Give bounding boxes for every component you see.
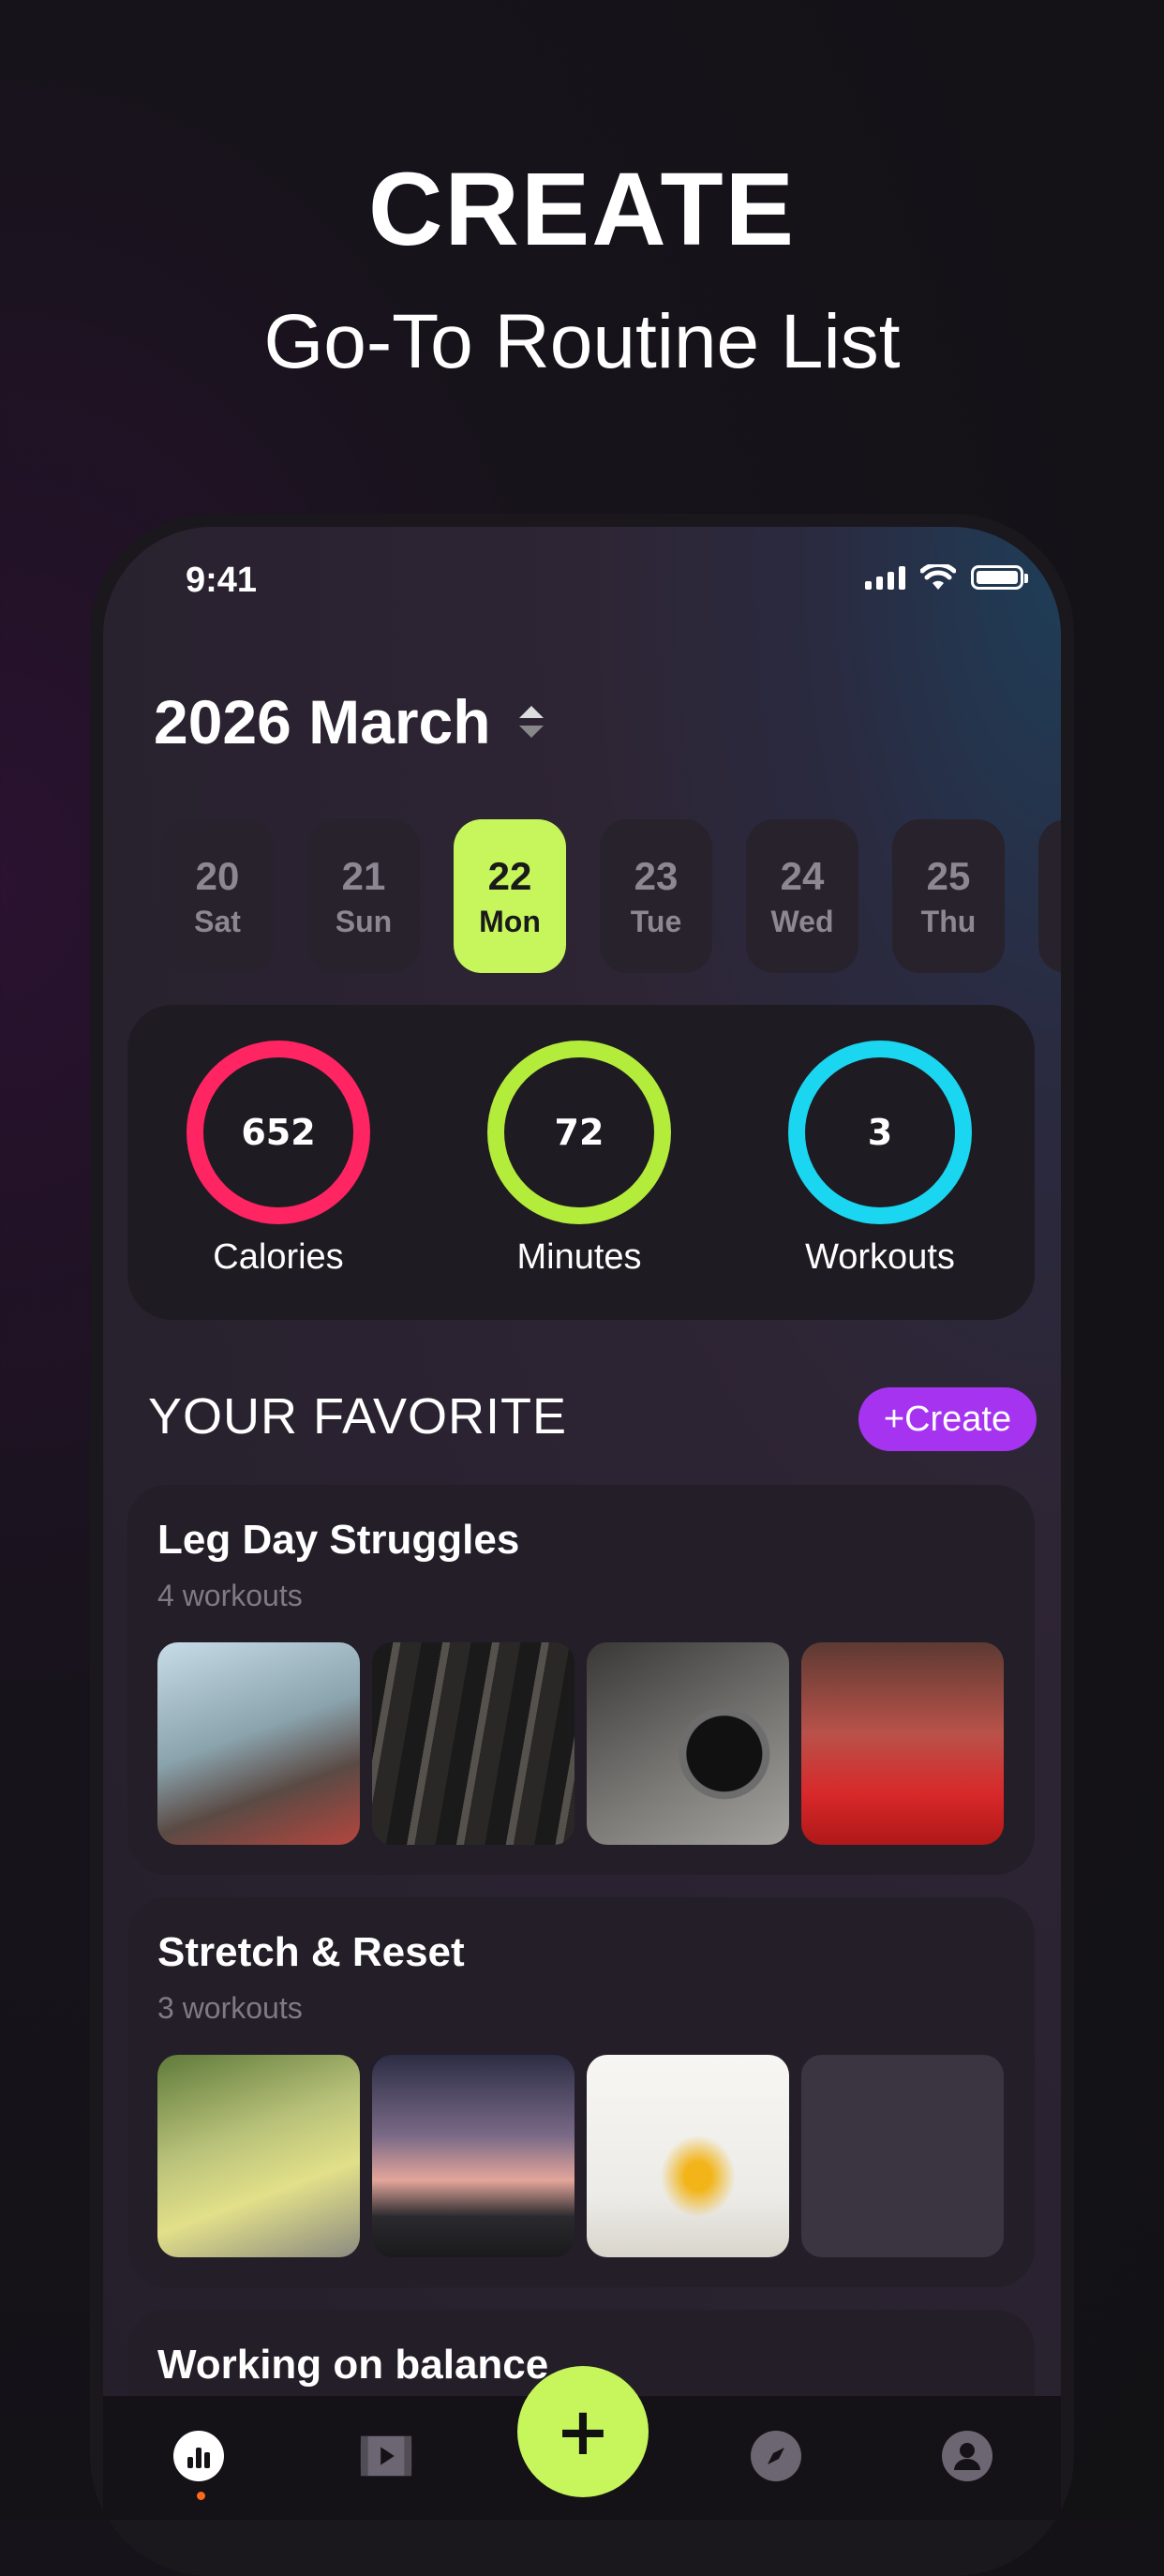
routine-count: 3 workouts <box>157 1991 303 2025</box>
video-icon[interactable] <box>358 2428 414 2484</box>
month-selector[interactable]: 2026 March <box>154 686 544 757</box>
day-number: 22 <box>487 853 532 898</box>
stats-card: 652 Calories 72 Minutes 3 Workouts <box>127 1005 1035 1320</box>
stat-value: 652 <box>241 1112 316 1153</box>
day-name: Mon <box>479 904 541 938</box>
day-partial-left[interactable] <box>103 819 127 973</box>
stat-label: Minutes <box>516 1237 642 1277</box>
day-name: Sat <box>194 904 241 938</box>
status-time: 9:41 <box>186 561 258 600</box>
hero-title: CREATE <box>367 152 797 267</box>
workout-thumbnail[interactable] <box>801 1642 1004 1845</box>
stat-minutes: 72 Minutes <box>481 1041 678 1278</box>
app-screen: 9:41 2026 March 20 Sat 21 Sun 22 Mon 23 … <box>103 527 1061 2520</box>
routine-count: 4 workouts <box>157 1579 303 1612</box>
day-name: Tue <box>630 904 682 938</box>
day-name: Thu <box>920 904 977 938</box>
active-indicator <box>197 2492 205 2500</box>
favorites-title: YOUR FAVORITE <box>148 1388 568 1445</box>
routine-title: Working on balance <box>157 2342 549 2388</box>
month-label: 2026 March <box>154 687 491 756</box>
day-item[interactable]: 23 Tue <box>600 819 712 973</box>
create-button[interactable]: +Create <box>858 1387 1037 1451</box>
day-partial-right[interactable] <box>1038 819 1061 973</box>
day-number: 21 <box>341 853 386 898</box>
workout-thumbnail[interactable] <box>157 2055 360 2257</box>
workout-thumbnail[interactable] <box>587 2055 789 2257</box>
stat-calories: 652 Calories <box>180 1041 377 1278</box>
stat-label: Calories <box>213 1237 344 1277</box>
routine-title: Leg Day Struggles <box>157 1517 520 1563</box>
workout-thumbnail-empty[interactable] <box>801 2055 1004 2257</box>
workout-thumbnail[interactable] <box>587 1642 789 1845</box>
day-number: 23 <box>634 853 679 898</box>
add-fab-button[interactable]: + <box>517 2366 649 2497</box>
profile-icon[interactable] <box>939 2428 995 2484</box>
workout-thumbnail[interactable] <box>372 1642 575 1845</box>
day-item[interactable]: 21 Sun <box>307 819 420 973</box>
day-number: 20 <box>195 853 240 898</box>
stats-icon[interactable] <box>171 2428 227 2484</box>
sort-arrows-icon[interactable] <box>518 706 544 738</box>
day-name: Wed <box>770 904 834 938</box>
stat-workouts: 3 Workouts <box>782 1041 978 1278</box>
stat-label: Workouts <box>805 1237 955 1277</box>
wifi-icon <box>920 564 956 590</box>
compass-icon[interactable] <box>748 2428 804 2484</box>
day-number: 25 <box>926 853 971 898</box>
day-name: Sun <box>335 904 393 938</box>
workout-thumbnail[interactable] <box>157 1642 360 1845</box>
day-number: 24 <box>780 853 825 898</box>
day-item[interactable]: 24 Wed <box>746 819 858 973</box>
stat-value: 72 <box>554 1112 604 1153</box>
status-icons <box>865 564 1028 591</box>
routine-title: Stretch & Reset <box>157 1929 465 1975</box>
stat-value: 3 <box>867 1112 893 1153</box>
day-item-selected[interactable]: 22 Mon <box>454 819 566 973</box>
battery-icon <box>971 565 1028 590</box>
hero-subtitle: Go-To Routine List <box>263 299 901 384</box>
routine-card[interactable]: Leg Day Struggles 4 workouts <box>127 1485 1035 1875</box>
signal-icon <box>865 565 905 590</box>
day-item[interactable]: 20 Sat <box>161 819 274 973</box>
routine-card[interactable]: Stretch & Reset 3 workouts <box>127 1897 1035 2287</box>
workouts-ring: 3 <box>788 1041 972 1224</box>
calories-ring: 652 <box>187 1041 370 1224</box>
day-item[interactable]: 25 Thu <box>892 819 1005 973</box>
workout-thumbnail[interactable] <box>372 2055 575 2257</box>
minutes-ring: 72 <box>487 1041 671 1224</box>
